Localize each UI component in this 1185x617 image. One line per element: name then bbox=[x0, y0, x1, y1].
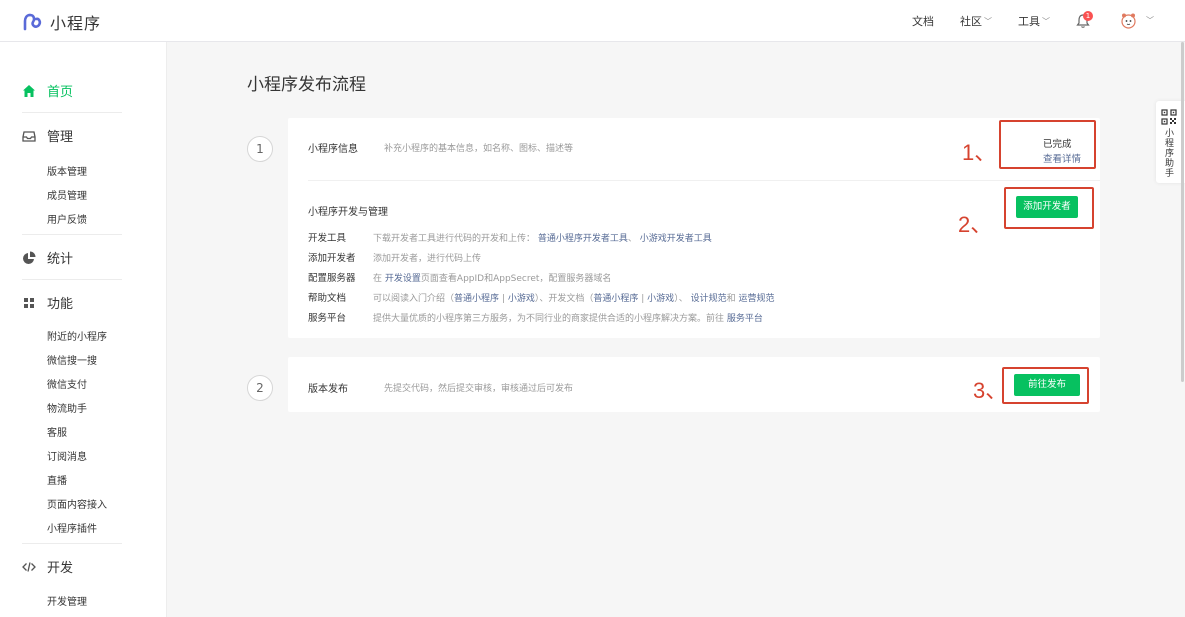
code-icon bbox=[22, 561, 36, 572]
qr-code-icon bbox=[1161, 109, 1177, 125]
sidebar-subitem-search[interactable]: 微信搜一搜 bbox=[47, 352, 97, 367]
nav-docs[interactable]: 文档 bbox=[912, 0, 934, 42]
chevron-down-icon: ﹀ bbox=[1042, 16, 1050, 26]
sidebar-item-label: 首页 bbox=[47, 85, 74, 100]
divider bbox=[22, 112, 122, 113]
top-header: 小程序 文档 社区 ﹀ 工具 ﹀ 1 ﹀ bbox=[0, 0, 1185, 42]
ops-spec-link[interactable]: 运营规范 bbox=[738, 294, 774, 304]
helper-label: 小程序助手 bbox=[1165, 129, 1175, 179]
annotation-number: 1、 bbox=[962, 140, 997, 165]
intro-mini-link[interactable]: 普通小程序 bbox=[454, 294, 499, 304]
sidebar-subitem-subscribe[interactable]: 订阅消息 bbox=[47, 448, 87, 463]
sidebar-subitem-version[interactable]: 版本管理 bbox=[47, 163, 87, 178]
sidebar-item-dev[interactable]: 开发 bbox=[22, 557, 73, 576]
service-platform-link[interactable]: 服务平台 bbox=[727, 314, 763, 324]
dev-title: 小程序开发与管理 bbox=[308, 207, 388, 218]
row-text-part: 可以阅读入门介绍（ bbox=[373, 294, 455, 304]
sidebar-subitem-members[interactable]: 成员管理 bbox=[47, 187, 87, 202]
row-text-part: 页面查看AppID和AppSecret，配置服务器域名 bbox=[420, 274, 612, 284]
sidebar-subitem-content[interactable]: 页面内容接入 bbox=[47, 496, 107, 511]
divider bbox=[308, 180, 1100, 181]
sidebar-subitem-service[interactable]: 客服 bbox=[47, 424, 67, 439]
sidebar-item-label: 功能 bbox=[47, 297, 74, 312]
intro-game-link[interactable]: 小游戏 bbox=[508, 294, 535, 304]
row-text-part: 在 bbox=[373, 274, 383, 284]
inbox-icon bbox=[22, 130, 36, 142]
sidebar-subitem-live[interactable]: 直播 bbox=[47, 472, 67, 487]
nav-community[interactable]: 社区 ﹀ bbox=[960, 0, 992, 42]
row-text: 在 开发设置页面查看AppID和AppSecret，配置服务器域名 bbox=[373, 271, 611, 284]
annotation-box bbox=[1002, 367, 1089, 404]
step-number: 1 bbox=[247, 136, 273, 162]
row-label: 帮助文档 bbox=[308, 293, 347, 304]
divider bbox=[22, 279, 122, 280]
row-text-part: 下载开发者工具进行代码的开发和上传： bbox=[373, 234, 536, 244]
logo-text: 小程序 bbox=[50, 14, 102, 33]
sidebar-item-home[interactable]: 首页 bbox=[22, 81, 73, 100]
page-title: 小程序发布流程 bbox=[247, 75, 366, 95]
notification-badge: 1 bbox=[1083, 11, 1093, 21]
row-text-part: 、 bbox=[627, 234, 637, 244]
sidebar-subitem-logistics[interactable]: 物流助手 bbox=[47, 400, 87, 415]
row-label: 服务平台 bbox=[308, 313, 347, 324]
grid-icon bbox=[24, 297, 34, 308]
dev-tool-link[interactable]: 普通小程序开发者工具 bbox=[538, 234, 628, 244]
design-spec-link[interactable]: 设计规范 bbox=[691, 294, 727, 304]
annotation-number: 3、 bbox=[973, 378, 1008, 403]
step-number: 2 bbox=[247, 375, 273, 401]
docs-game-link[interactable]: 小游戏 bbox=[647, 294, 674, 304]
game-dev-tool-link[interactable]: 小游戏开发者工具 bbox=[640, 234, 712, 244]
nav-tools-label: 工具 bbox=[1018, 15, 1040, 28]
sidebar-subitem-feedback[interactable]: 用户反馈 bbox=[47, 211, 87, 226]
row-text-part: ）、 bbox=[674, 294, 688, 304]
avatar[interactable] bbox=[1120, 12, 1137, 29]
annotation-box bbox=[1004, 187, 1094, 229]
row-text-part: ）、开发文档（ bbox=[534, 294, 594, 304]
sidebar-item-label: 统计 bbox=[47, 252, 74, 267]
sidebar: 首页 管理 版本管理 成员管理 用户反馈 统计 功能 附近的小程序 微信搜一搜 … bbox=[0, 42, 167, 617]
row-text: 提供大量优质的小程序第三方服务，为不同行业的商家提供合适的小程序解决方案。前往 … bbox=[373, 311, 763, 324]
nav-community-label: 社区 bbox=[960, 15, 982, 28]
publish-desc: 先提交代码，然后提交审核，审核通过后可发布 bbox=[384, 384, 574, 394]
sidebar-subitem-pay[interactable]: 微信支付 bbox=[47, 376, 87, 391]
row-text: 添加开发者，进行代码上传 bbox=[373, 254, 482, 264]
row-text: 下载开发者工具进行代码的开发和上传： 普通小程序开发者工具、 小游戏开发者工具 bbox=[373, 231, 712, 244]
annotation-number: 2、 bbox=[958, 212, 993, 237]
info-desc: 补充小程序的基本信息，如名称、图标、描述等 bbox=[384, 144, 574, 154]
nav-tools[interactable]: 工具 ﹀ bbox=[1018, 0, 1050, 42]
chevron-down-icon[interactable]: ﹀ bbox=[1146, 15, 1154, 26]
sidebar-subitem-plugin[interactable]: 小程序插件 bbox=[47, 520, 97, 535]
pie-chart-icon bbox=[23, 251, 36, 264]
nav-docs-label: 文档 bbox=[912, 15, 934, 28]
info-title: 小程序信息 bbox=[308, 144, 358, 155]
docs-mini-link[interactable]: 普通小程序 bbox=[593, 294, 638, 304]
sidebar-subitem-dev-manage[interactable]: 开发管理 bbox=[47, 593, 87, 608]
row-text-part: | bbox=[641, 294, 645, 304]
row-label: 开发工具 bbox=[308, 233, 347, 244]
logo[interactable]: 小程序 bbox=[22, 10, 101, 34]
row-label: 配置服务器 bbox=[308, 273, 356, 284]
row-text-part: 和 bbox=[726, 294, 736, 304]
annotation-box bbox=[999, 120, 1096, 169]
row-text-part: 提供大量优质的小程序第三方服务，为不同行业的商家提供合适的小程序解决方案。前往 bbox=[373, 314, 725, 324]
chevron-down-icon: ﹀ bbox=[984, 16, 992, 26]
row-text-part: | bbox=[501, 294, 505, 304]
sidebar-item-label: 管理 bbox=[47, 130, 74, 145]
divider bbox=[22, 543, 122, 544]
publish-title: 版本发布 bbox=[308, 384, 348, 395]
sidebar-item-manage[interactable]: 管理 bbox=[22, 126, 73, 145]
mini-program-logo-icon bbox=[23, 13, 42, 31]
sidebar-subitem-nearby[interactable]: 附近的小程序 bbox=[47, 328, 107, 343]
row-label: 添加开发者 bbox=[308, 253, 356, 264]
sidebar-item-features[interactable]: 功能 bbox=[22, 293, 73, 312]
sidebar-item-label: 开发 bbox=[47, 561, 74, 576]
sidebar-item-stats[interactable]: 统计 bbox=[22, 248, 73, 267]
divider bbox=[22, 234, 122, 235]
dev-settings-link[interactable]: 开发设置 bbox=[385, 274, 421, 284]
page-scrollbar[interactable] bbox=[1181, 42, 1184, 382]
home-icon bbox=[23, 84, 35, 97]
row-text: 可以阅读入门介绍（普通小程序 | 小游戏）、开发文档（普通小程序 | 小游戏）、… bbox=[373, 291, 775, 304]
